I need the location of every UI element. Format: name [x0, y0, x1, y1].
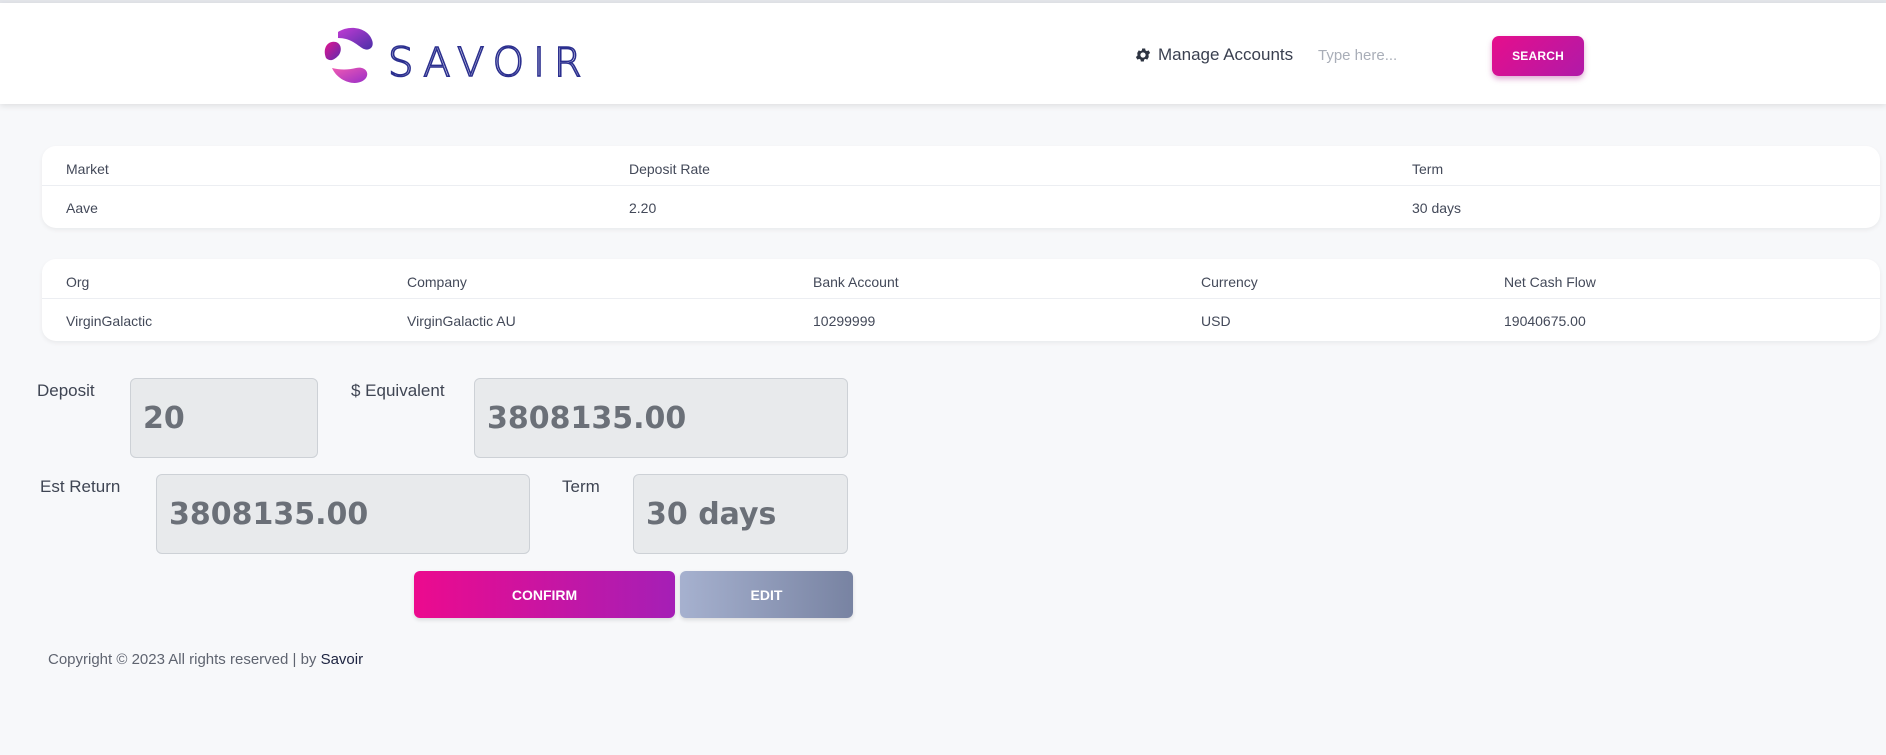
confirm-button[interactable]: CONFIRM — [414, 571, 675, 618]
search-button[interactable]: SEARCH — [1492, 36, 1584, 76]
table-header-row: Org Company Bank Account Currency Net Ca… — [42, 259, 1880, 299]
cell-market: Aave — [66, 200, 98, 216]
savoir-logo[interactable]: SAVOIR — [322, 26, 617, 88]
footer-brand-link[interactable]: Savoir — [321, 651, 364, 668]
column-header-bank-account: Bank Account — [813, 274, 899, 290]
est-return-label: Est Return — [40, 477, 121, 496]
cell-net-cash-flow: 19040675.00 — [1504, 313, 1586, 329]
cell-term: 30 days — [1412, 200, 1462, 216]
column-header-deposit-rate: Deposit Rate — [629, 161, 710, 177]
column-header-term: Term — [1412, 161, 1444, 177]
table-header-row: Market Deposit Rate Term — [42, 146, 1880, 186]
cell-deposit-rate: 2.20 — [629, 200, 657, 216]
manage-accounts-link[interactable]: Manage Accounts — [1134, 43, 1293, 67]
column-header-net-cash-flow: Net Cash Flow — [1504, 274, 1596, 290]
edit-button[interactable]: EDIT — [680, 571, 853, 618]
footer-text: Copyright © 2023 All rights reserved | b… — [48, 651, 321, 668]
deposit-label: Deposit — [37, 381, 95, 400]
top-navbar: SAVOIR Manage Accounts SEARCH — [0, 3, 1886, 104]
column-header-market: Market — [66, 161, 109, 177]
table-row[interactable]: VirginGalactic VirginGalactic AU 1029999… — [42, 299, 1880, 339]
search-input[interactable] — [1318, 39, 1468, 71]
equivalent-field[interactable]: 3808135.00 — [474, 378, 848, 458]
cell-bank-account: 10299999 — [813, 313, 876, 329]
table-row[interactable]: Aave 2.20 30 days — [42, 186, 1880, 226]
deposit-field[interactable]: 20 — [130, 378, 318, 458]
savoir-logo-graphic: SAVOIR — [324, 27, 591, 87]
account-table: Org Company Bank Account Currency Net Ca… — [42, 259, 1880, 341]
term-label: Term — [562, 477, 600, 496]
gear-icon — [1134, 46, 1152, 64]
cell-company: VirginGalactic AU — [407, 313, 516, 329]
column-header-company: Company — [407, 274, 467, 290]
manage-accounts-label: Manage Accounts — [1158, 45, 1294, 64]
term-field[interactable]: 30 days — [633, 474, 848, 554]
footer-copyright: Copyright © 2023 All rights reserved | b… — [48, 651, 363, 668]
cell-org: VirginGalactic — [66, 313, 153, 329]
column-header-currency: Currency — [1201, 274, 1258, 290]
cell-currency: USD — [1201, 313, 1231, 329]
savoir-logo-wordmark: SAVOIR — [388, 40, 591, 86]
market-table: Market Deposit Rate Term Aave 2.20 30 da… — [42, 146, 1880, 228]
column-header-org: Org — [66, 274, 90, 290]
equivalent-label: $ Equivalent — [351, 381, 445, 400]
est-return-field[interactable]: 3808135.00 — [156, 474, 530, 554]
